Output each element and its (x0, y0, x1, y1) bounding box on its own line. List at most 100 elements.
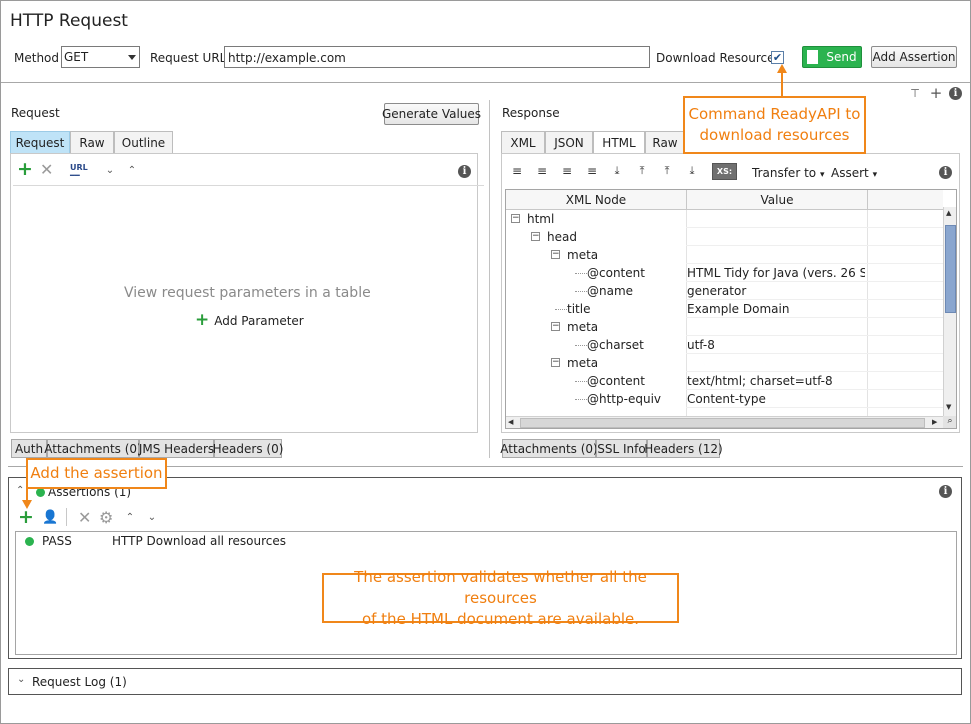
page-title: HTTP Request (10, 11, 128, 31)
request-info-icon[interactable]: i (458, 165, 471, 178)
move-down-icon[interactable]: ⌄ (104, 163, 116, 177)
collapse-all-icon[interactable]: ⤒ (635, 164, 649, 178)
callout-arrow (22, 500, 32, 509)
move-top-icon[interactable]: ⤒ (660, 164, 674, 178)
divider (1, 82, 970, 83)
url-input[interactable]: http://example.com (224, 46, 650, 68)
scroll-right-icon[interactable]: ▶ (932, 418, 937, 426)
scroll-down-icon[interactable]: ▼ (946, 403, 951, 411)
assert-menu[interactable]: Assert ▾ (831, 166, 877, 180)
download-resources-checkbox[interactable]: ✔ (771, 51, 784, 64)
delete-assertion-icon[interactable]: ✕ (78, 510, 91, 526)
column-xml-node[interactable]: XML Node (506, 193, 686, 207)
vertical-scrollbar[interactable]: ▲ ▼ (943, 207, 956, 416)
move-bottom-icon[interactable]: ⤓ (685, 164, 699, 178)
collapse-toggle-icon[interactable]: − (511, 214, 520, 223)
zoom-icon[interactable]: ⌕ (943, 416, 956, 428)
align-right-icon[interactable]: ≡ (560, 164, 574, 178)
tab-auth[interactable]: Auth (11, 439, 47, 458)
tab-attachments[interactable]: Attachments (0) (44, 439, 142, 458)
tree-row[interactable]: − html (506, 210, 943, 228)
node-name: @http-equiv (587, 392, 662, 406)
tab-json[interactable]: JSON (545, 131, 593, 154)
node-name: @charset (587, 338, 644, 352)
assert-label: Assert (831, 166, 869, 180)
user-icon[interactable]: 👤 (42, 510, 58, 525)
tree-connector (575, 273, 587, 274)
toolbar-separator (13, 185, 475, 186)
tab-response-headers[interactable]: Headers (12) (644, 439, 723, 458)
tree-row[interactable]: @charset utf-8 (506, 336, 943, 354)
request-log-label: Request Log (1) (32, 675, 127, 689)
move-down-icon[interactable]: ⌄ (146, 511, 158, 523)
xml-tree-grid: XML Node Value − html − head − meta @content HT… (505, 189, 957, 429)
tree-row[interactable]: title Example Domain (506, 300, 943, 318)
url-encode-icon[interactable]: URL ━━ (70, 164, 88, 180)
add-assertion-button[interactable]: Add Assertion (871, 46, 957, 68)
expand-all-icon[interactable]: ⤓ (610, 164, 624, 178)
move-up-icon[interactable]: ⌃ (124, 511, 136, 523)
tree-row[interactable]: − meta (506, 318, 943, 336)
align-center-icon[interactable]: ≡ (535, 164, 549, 178)
collapse-icon[interactable]: ⌃ (16, 485, 24, 496)
method-select[interactable]: GET (61, 46, 140, 68)
tab-request[interactable]: Request (10, 131, 70, 154)
tab-ssl-info[interactable]: SSL Info (596, 439, 647, 458)
assertion-row[interactable]: PASS HTTP Download all resources (16, 533, 956, 550)
add-parameter-link[interactable]: + Add Parameter (195, 312, 304, 329)
info-icon[interactable]: i (949, 87, 962, 100)
tab-response-attachments[interactable]: Attachments (0) (500, 439, 598, 458)
status-dot (36, 488, 45, 497)
collapse-toggle-icon[interactable]: − (551, 322, 560, 331)
add-panel-icon[interactable]: + (929, 84, 943, 102)
tab-outline[interactable]: Outline (114, 131, 173, 154)
response-info-icon[interactable]: i (939, 166, 952, 179)
scrollbar-thumb[interactable] (945, 225, 956, 313)
tab-html[interactable]: HTML (593, 131, 645, 154)
tree-row[interactable]: − meta (506, 246, 943, 264)
gear-icon[interactable]: ⚙ (99, 508, 113, 527)
xs-schema-button[interactable]: XS: (712, 163, 737, 180)
horizontal-scrollbar[interactable]: ◀ ▶ (506, 416, 943, 428)
justify-icon[interactable]: ≡ (585, 164, 599, 178)
align-left-icon[interactable]: ≡ (510, 164, 524, 178)
tree-row[interactable]: @content HTML Tidy for Java (vers. 26 Sep… (506, 264, 943, 282)
splitter[interactable] (489, 100, 490, 458)
method-value: GET (64, 50, 89, 64)
tree-row[interactable]: @content text/html; charset=utf-8 (506, 372, 943, 390)
node-value: generator (687, 284, 747, 298)
collapse-toggle-icon[interactable]: − (551, 250, 560, 259)
tree-row[interactable]: − meta (506, 354, 943, 372)
row-divider (686, 407, 943, 408)
callout-validate-line2: of the HTML document are available. (361, 609, 640, 628)
tree-row[interactable]: @name generator (506, 282, 943, 300)
transfer-to-menu[interactable]: Transfer to ▾ (752, 166, 824, 180)
empty-params-text: View request parameters in a table (124, 285, 371, 301)
tab-raw[interactable]: Raw (70, 131, 114, 154)
column-value[interactable]: Value (687, 193, 867, 207)
delete-param-icon[interactable]: ✕ (40, 162, 53, 178)
add-param-icon[interactable]: + (17, 160, 33, 179)
chevron-down-icon: ▾ (872, 170, 878, 180)
tab-headers[interactable]: Headers (0) (213, 439, 283, 458)
tree-row[interactable]: − head (506, 228, 943, 246)
generate-values-button[interactable]: Generate Values (382, 103, 481, 125)
scroll-up-icon[interactable]: ▲ (946, 209, 951, 217)
tree-row[interactable]: @http-equiv Content-type (506, 390, 943, 408)
request-log-panel[interactable]: ⌄ Request Log (1) (8, 668, 962, 695)
node-value: HTML Tidy for Java (vers. 26 Sep ... (687, 266, 865, 280)
horizontal-thumb[interactable] (520, 418, 925, 428)
add-assertion-icon[interactable]: + (18, 508, 34, 527)
move-up-icon[interactable]: ⌃ (126, 163, 138, 177)
tab-xml[interactable]: XML (501, 131, 545, 154)
send-button[interactable]: Send (802, 46, 862, 68)
collapse-toggle-icon[interactable]: − (551, 358, 560, 367)
callout-line (781, 72, 783, 96)
split-view-icon[interactable]: ⊤ (908, 86, 922, 100)
collapse-toggle-icon[interactable]: − (531, 232, 540, 241)
send-label: Send (826, 50, 857, 64)
scroll-left-icon[interactable]: ◀ (508, 418, 513, 426)
tab-raw-response[interactable]: Raw (645, 131, 685, 154)
assertions-info-icon[interactable]: i (939, 485, 952, 498)
tab-jms-headers[interactable]: JMS Headers (139, 439, 214, 458)
